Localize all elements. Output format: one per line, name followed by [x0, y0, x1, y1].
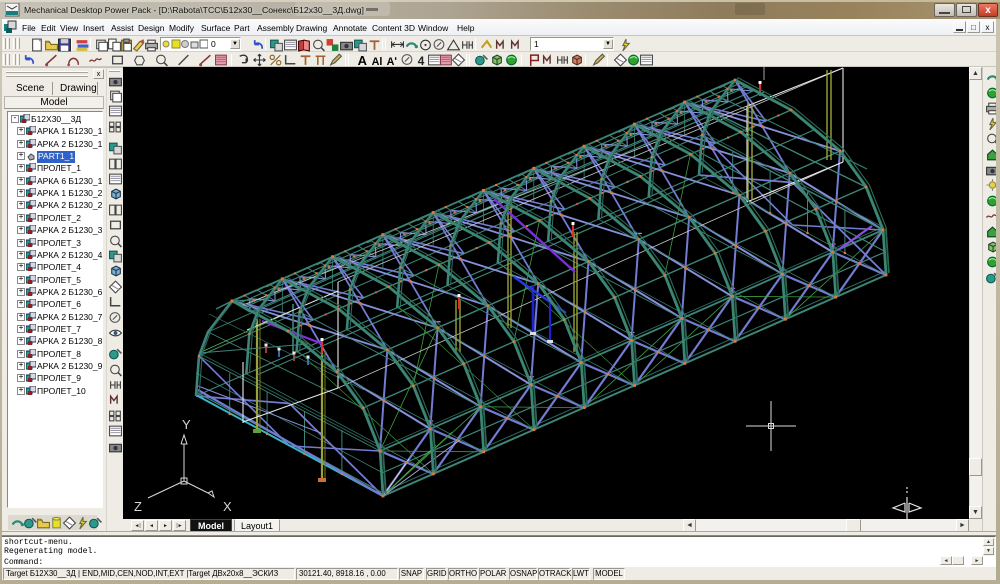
- svg-text:X: X: [223, 499, 232, 514]
- svg-text:Z: Z: [134, 499, 142, 514]
- svg-text:Al: Al: [372, 56, 383, 67]
- svg-text:A: A: [358, 53, 367, 67]
- svg-text:4: 4: [418, 54, 425, 67]
- svg-text:Aʹ: Aʹ: [387, 56, 397, 67]
- svg-text:Y: Y: [182, 417, 191, 432]
